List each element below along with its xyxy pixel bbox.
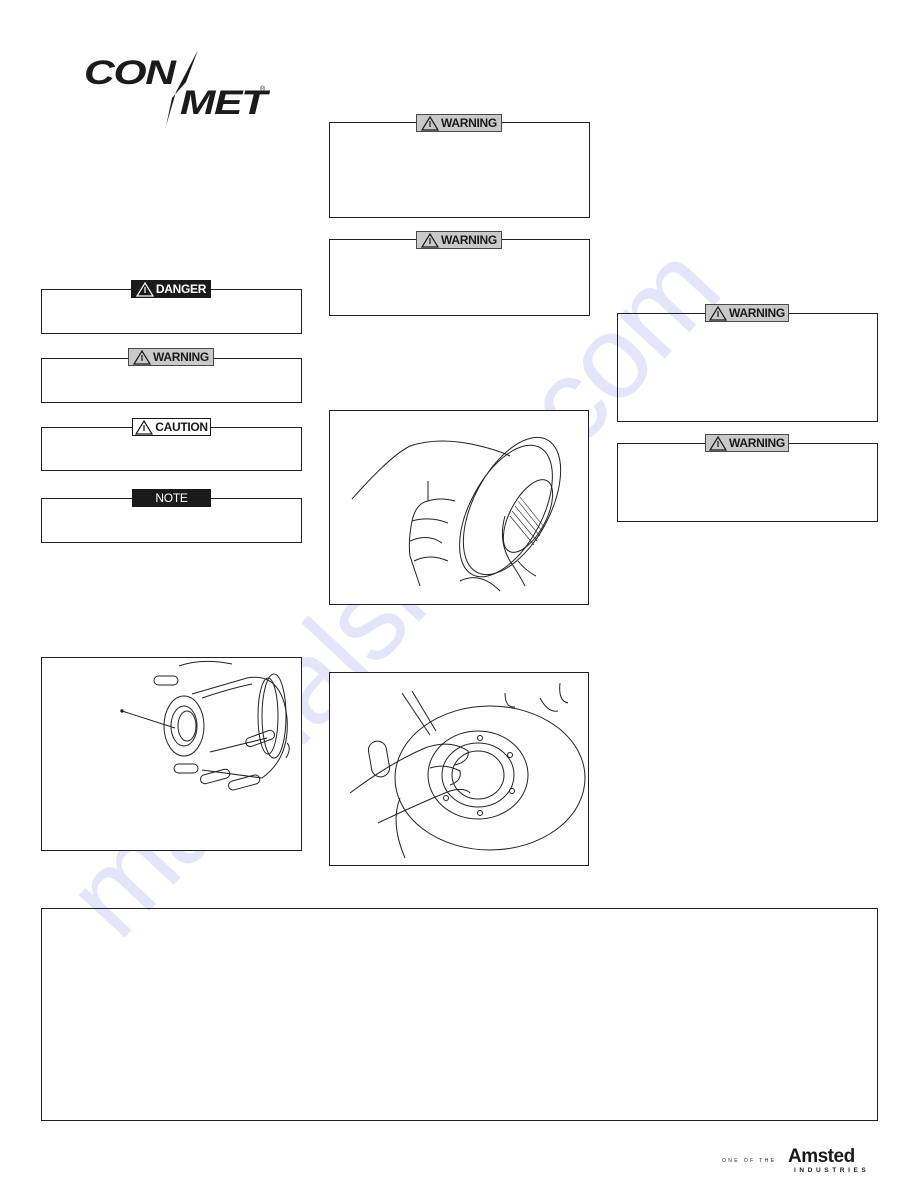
registered-mark: ®	[260, 86, 265, 93]
footer-prefix: ONE OF THE	[722, 1158, 777, 1164]
warning-triangle-icon	[135, 419, 154, 435]
logo-con-text: CON	[84, 54, 176, 92]
warning-badge: WARNING	[128, 348, 214, 366]
logo-met-text: MET	[180, 84, 267, 122]
caution-label: CAUTION	[155, 420, 208, 434]
footer-brand: Amsted	[788, 1146, 855, 1167]
middle-warning-box-2	[329, 239, 590, 316]
warning-label: WARNING	[729, 306, 785, 320]
middle-warning-badge-1: WARNING	[416, 114, 502, 132]
right-warning-badge-1: WARNING	[705, 304, 789, 322]
note-badge: NOTE	[132, 489, 211, 507]
warning-triangle-icon	[709, 435, 728, 451]
warning-label: WARNING	[441, 233, 497, 247]
note-label: NOTE	[155, 491, 188, 505]
footer-subtitle: INDUSTRIES	[794, 1167, 870, 1174]
hub-assembly-illustration	[120, 660, 290, 791]
danger-label: DANGER	[155, 282, 207, 296]
warning-triangle-icon	[421, 232, 440, 248]
conmet-logo: CON MET ®	[80, 46, 280, 130]
right-warning-badge-2: WARNING	[705, 434, 789, 452]
warning-label: WARNING	[729, 436, 785, 450]
right-warning-box-2	[617, 443, 878, 522]
tone-ring-in-hand-illustration	[351, 436, 562, 592]
figure-hub-assembly	[41, 657, 302, 851]
right-warning-box-1	[617, 313, 878, 422]
bottom-content-box	[41, 908, 878, 1121]
amsted-footer-logo: ONE OF THE Amsted INDUSTRIES	[722, 1146, 882, 1174]
warning-label: WARNING	[441, 116, 497, 130]
middle-warning-box-1	[329, 122, 590, 218]
figure-tone-ring	[329, 410, 589, 605]
danger-badge: DANGER	[131, 280, 211, 298]
figure-seal-installation	[329, 672, 589, 866]
warning-triangle-icon	[135, 281, 154, 297]
seal-installation-illustration	[349, 682, 586, 859]
warning-triangle-icon	[133, 349, 152, 365]
middle-warning-badge-2: WARNING	[416, 231, 502, 249]
warning-label: WARNING	[153, 350, 209, 364]
caution-badge: CAUTION	[132, 418, 211, 436]
warning-triangle-icon	[709, 305, 728, 321]
warning-triangle-icon	[421, 115, 440, 131]
